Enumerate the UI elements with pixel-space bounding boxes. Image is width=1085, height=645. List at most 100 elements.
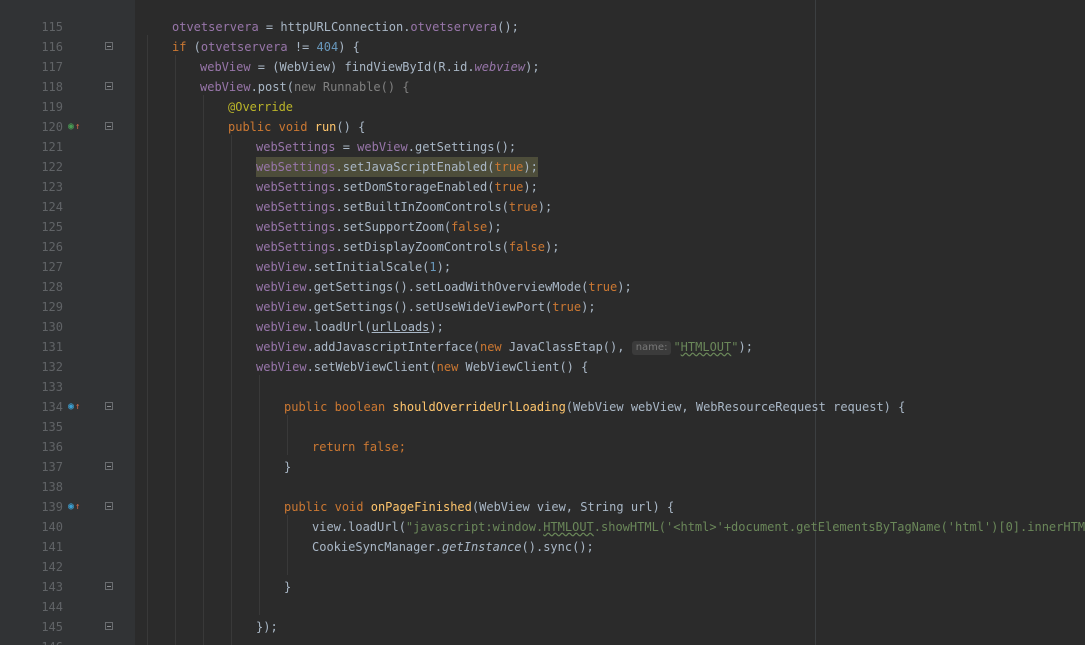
token: () { [336,120,366,134]
code-line[interactable]: 124 webSettings.setDomStorageEnabled(tru… [0,177,1085,214]
fold-icon[interactable] [105,82,113,90]
token-keyword: ; [398,440,406,454]
code-text: public boolean shouldOverrideUrlLoading(… [284,397,905,417]
code-text: webSettings.setDisplayZoomControls(false… [256,237,559,257]
token-field: otvetservera [172,20,259,34]
code-line[interactable]: 140 ◉↑ public void onPageFinished(WebVie… [0,497,1085,534]
token: .getSettings().setUseWideViewPort( [306,300,553,314]
token: ().sync(); [521,540,594,554]
token: ) { [338,40,360,54]
token-field: webView [256,260,307,274]
code-line[interactable]: 138 } [0,457,1085,494]
code-line[interactable]: 115 [0,0,1085,34]
code-line[interactable]: 119 webView.post(new Runnable() { [0,77,1085,114]
token-string-typo: HTMLOUT [680,340,732,354]
code-text: webView.loadUrl(urlLoads); [256,317,444,337]
code-line[interactable]: 136 [0,417,1085,454]
code-line[interactable]: 139 [0,477,1085,514]
token-keyword: public [228,120,272,134]
code-line[interactable]: 141 view.loadUrl("javascript:window.HTML… [0,517,1085,554]
code-line[interactable]: 125 webSettings.setBuiltInZoomControls(t… [0,197,1085,234]
token: CookieSyncManager. [312,540,443,554]
token: ); [523,160,538,174]
fold-icon[interactable] [105,122,113,130]
code-text: if (otvetservera != 404) { [172,37,360,57]
code-line[interactable]: 128 webView.setInitialScale(1); [0,257,1085,294]
code-line[interactable]: 130 webView.getSettings().setUseWideView… [0,297,1085,334]
token: ); [429,320,444,334]
code-line[interactable]: 126 webSettings.setSupportZoom(false); [0,217,1085,254]
token: }); [256,620,278,634]
fold-icon[interactable] [105,582,113,590]
token: .setInitialScale( [306,260,430,274]
code-text: return false; [312,437,406,457]
token: = [335,140,358,154]
token-dimmed: Runnable() { [315,80,410,94]
code-line[interactable]: 134 [0,377,1085,414]
token-field: webView [256,280,307,294]
token-field: webView [256,320,307,334]
code-line[interactable]: 127 webSettings.setDisplayZoomControls(f… [0,237,1085,274]
token: .setDomStorageEnabled( [335,180,495,194]
token: ); [617,280,632,294]
code-line[interactable]: 137 return false; [0,437,1085,474]
code-line[interactable]: 147 [0,637,1085,645]
token: view.loadUrl( [312,520,406,534]
code-line[interactable]: 142 CookieSyncManager.getInstance().sync… [0,537,1085,574]
override-marker-icon[interactable]: ◉↑ [68,497,80,517]
token-keyword: false [508,240,545,254]
code-text: webSettings.setSupportZoom(false); [256,217,502,237]
token-field: otvetservera [200,40,288,54]
code-line[interactable]: 145 [0,597,1085,634]
code-line-highlighted[interactable]: 123 webSettings.setJavaScriptEnabled(tru… [0,157,1085,194]
override-marker-icon[interactable]: ◉↑ [68,117,80,137]
token: WebViewClient() { [458,360,589,374]
fold-icon[interactable] [105,462,113,470]
token-annotation: @Override [228,100,294,114]
token: ); [487,220,502,234]
token-field: webSettings [256,140,336,154]
token-keyword: void [278,120,308,134]
code-text: webView.getSettings().setLoadWithOvervie… [256,277,632,297]
code-line[interactable]: 135 ◉↑ public boolean shouldOverrideUrlL… [0,397,1085,434]
code-line[interactable]: 118 webView = (WebView) findViewById(R.i… [0,57,1085,94]
fold-icon[interactable] [105,622,113,630]
code-text-highlight: webSettings.setJavaScriptEnabled(true); [256,157,538,177]
token-keyword: true [494,160,524,174]
fold-icon[interactable] [105,502,113,510]
fold-icon[interactable] [105,42,113,50]
code-line[interactable]: 120 @Override [0,97,1085,134]
code-line[interactable]: 129 webView.getSettings().setLoadWithOve… [0,277,1085,314]
token-field: webView [256,340,307,354]
token-method-declaration: onPageFinished [370,500,472,514]
token-field: webView [200,80,251,94]
token-keyword: true [508,200,538,214]
token-keyword: new [436,360,459,374]
override-marker-icon[interactable]: ◉↑ [68,397,80,417]
code-line[interactable]: 143 [0,557,1085,594]
code-line[interactable]: 117 if (otvetservera != 404) { [0,37,1085,74]
code-line[interactable]: 133 webView.setWebViewClient(new WebView… [0,357,1085,394]
token-keyword: public [284,500,328,514]
code-editor[interactable]: 115 116 otvetservera = httpURLConnection… [0,0,1085,645]
token: (); [497,20,519,34]
code-line[interactable]: 122 webSettings = webView.getSettings(); [0,137,1085,174]
token-field: webSettings [256,240,336,254]
token: = (WebView) findViewById(R.id. [250,60,475,74]
token-keyword: true [552,300,582,314]
token: .addJavascriptInterface( [306,340,480,354]
code-text: otvetservera = httpURLConnection.otvetse… [172,17,519,37]
code-line[interactable]: 146 }); [0,617,1085,645]
code-line[interactable]: 116 otvetservera = httpURLConnection.otv… [0,17,1085,54]
code-line[interactable]: 144 } [0,577,1085,614]
code-line[interactable]: 132 webView.addJavascriptInterface(new J… [0,337,1085,374]
code-line[interactable]: 121 ◉↑ public void run() { [0,117,1085,154]
token-method-declaration: shouldOverrideUrlLoading [392,400,566,414]
token-field: webSettings [256,220,336,234]
fold-icon[interactable] [105,402,113,410]
code-line[interactable]: 131 webView.loadUrl(urlLoads); [0,317,1085,354]
